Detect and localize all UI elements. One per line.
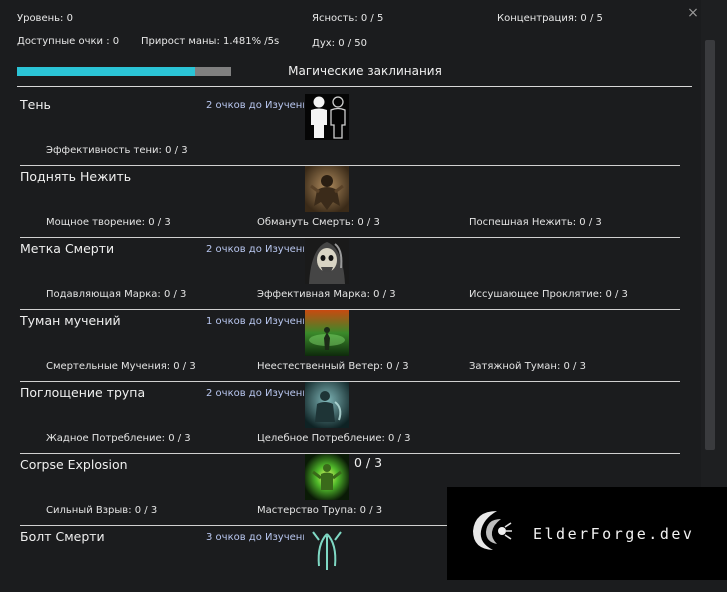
talent-2[interactable]: Неестественный Ветер: 0 / 3 [257,361,409,372]
section-title: Магические заклинания [288,64,442,78]
torment-fog-icon[interactable] [305,310,349,356]
experience-progress-bar [17,67,231,76]
talent-1[interactable]: Мощное творение: 0 / 3 [46,217,171,228]
raise-undead-icon[interactable] [305,166,349,212]
spell-requirement: 2 очков до Изучения [206,388,304,399]
talent-3[interactable]: Затяжной Туман: 0 / 3 [469,361,586,372]
shadow-spell-icon[interactable] [305,94,349,140]
talent-2[interactable]: Мастерство Трупа: 0 / 3 [257,505,382,516]
brand-text: ElderForge.dev [533,525,695,543]
spell-requirement: 2 очков до Изучения [206,100,304,111]
spell-name: Corpse Explosion [20,457,128,472]
corpse-explosion-icon[interactable] [305,454,349,500]
spell-requirement: 2 очков до Изучения [206,244,304,255]
spell-level: 0 / 3 [354,455,383,470]
section-divider [17,86,692,87]
talent-3[interactable]: Иссушающее Проклятие: 0 / 3 [469,289,628,300]
mana-regen-stat: Прирост маны: 1.481% /5s [141,36,280,47]
spell-name: Метка Смерти [20,241,115,256]
clarity-stat: Ясность: 0 / 5 [312,13,384,24]
spell-row-torment-fog[interactable]: Туман мучений 1 очков до Изучения Смерте… [0,304,700,382]
level-stat: Уровень: 0 [17,13,73,24]
spell-row-raise-undead[interactable]: Поднять Нежить Мощное творение: 0 / 3 Об… [0,160,700,238]
spell-row-corpse-absorb[interactable]: Поглощение трупа 2 очков до Изучения Жад… [0,376,700,454]
talent-2[interactable]: Обмануть Смерть: 0 / 3 [257,217,380,228]
talent-3[interactable]: Поспешная Нежить: 0 / 3 [469,217,602,228]
talent-2[interactable]: Целебное Потребление: 0 / 3 [257,433,410,444]
spell-requirement: 3 очков до Изучения [206,532,304,543]
spell-name: Болт Смерти [20,529,105,544]
corpse-absorb-icon[interactable] [305,382,349,428]
scrollbar-thumb[interactable] [705,40,715,450]
close-icon[interactable]: × [686,6,700,20]
spell-name: Туман мучений [20,313,121,328]
spell-row-shadow[interactable]: Тень 2 очков до Изучения Эффективность т… [0,88,700,166]
talent-1[interactable]: Подавляющая Марка: 0 / 3 [46,289,186,300]
brand-watermark: ElderForge.dev [447,487,727,580]
death-bolt-icon[interactable] [305,526,349,572]
talent-2[interactable]: Эффективная Марка: 0 / 3 [257,289,396,300]
spell-name: Поднять Нежить [20,169,132,184]
experience-progress-fill [17,67,195,76]
available-points-stat: Доступные очки : 0 [17,36,120,47]
death-mark-icon[interactable] [305,238,349,284]
spell-name: Поглощение трупа [20,385,146,400]
spell-row-death-mark[interactable]: Метка Смерти 2 очков до Изучения Подавля… [0,232,700,310]
spirit-stat: Дух: 0 / 50 [312,38,368,49]
talent-1[interactable]: Эффективность тени: 0 / 3 [46,145,188,156]
talent-1[interactable]: Сильный Взрыв: 0 / 3 [46,505,157,516]
elderforge-logo-icon [465,505,515,555]
spell-requirement: 1 очков до Изучения [206,316,304,327]
spell-name: Тень [20,97,51,112]
talent-1[interactable]: Жадное Потребление: 0 / 3 [46,433,191,444]
talent-1[interactable]: Смертельные Мучения: 0 / 3 [46,361,196,372]
concentration-stat: Концентрация: 0 / 5 [497,13,603,24]
